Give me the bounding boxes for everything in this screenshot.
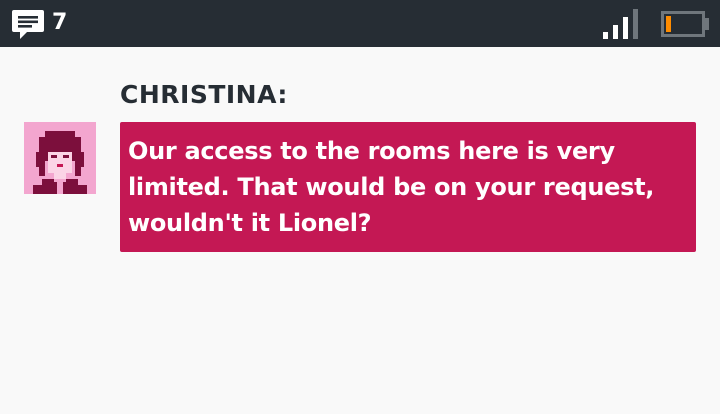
signal-icon <box>603 9 638 39</box>
message-count: 7 <box>52 10 68 35</box>
battery-fill <box>666 16 671 32</box>
dialogue-bubble[interactable]: Our access to the rooms here is very lim… <box>120 122 696 252</box>
battery-icon <box>661 11 709 37</box>
status-bar: 7 <box>0 0 720 47</box>
christina-portrait-icon <box>24 122 96 194</box>
speaker-name: CHRISTINA: <box>120 80 288 109</box>
message-icon[interactable] <box>11 8 45 40</box>
dialogue-text: Our access to the rooms here is very lim… <box>128 137 655 237</box>
